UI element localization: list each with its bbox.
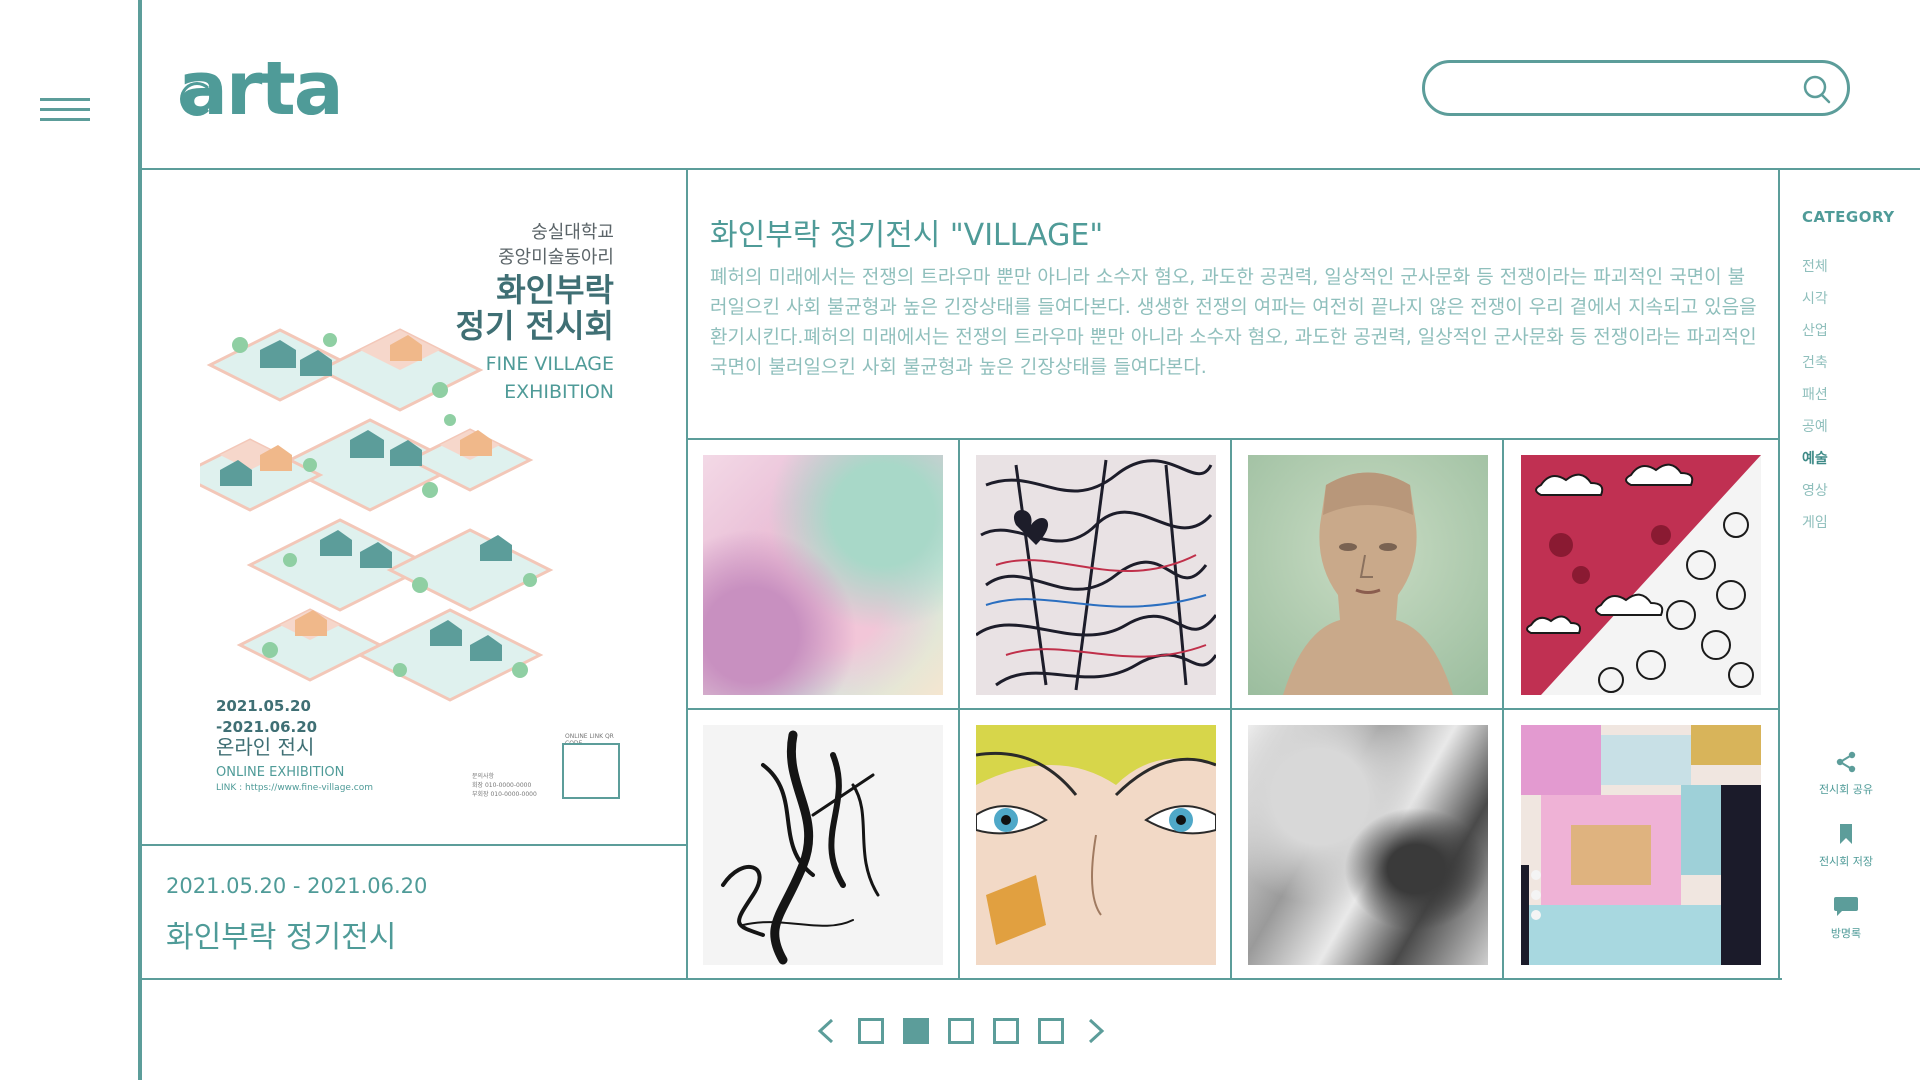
village-isometric-illustration (200, 328, 554, 702)
artwork-thumbnail[interactable] (1521, 455, 1761, 695)
category-item-craft[interactable]: 공예 (1802, 416, 1828, 436)
poster-contact-line: 회장 010-0000-0000 (472, 782, 532, 789)
gallery-col-divider (1230, 438, 1232, 978)
category-item-fashion[interactable]: 패션 (1802, 384, 1828, 404)
artwork-thumbnail[interactable] (976, 725, 1216, 965)
page-dot-active[interactable] (903, 1018, 929, 1044)
share-exhibition-button[interactable]: 전시회 공유 (1796, 750, 1896, 797)
chat-bubble-icon (1834, 897, 1858, 916)
artwork-thumbnail[interactable] (703, 725, 943, 965)
gallery-col-divider (958, 438, 960, 978)
artwork-thumbnail[interactable] (1248, 455, 1488, 695)
pop-art-face (976, 725, 1216, 945)
poster-online-en: ONLINE EXHIBITION (216, 765, 345, 780)
poster-online-ko: 온라인 전시 (216, 735, 315, 759)
guestbook-label: 방명록 (1830, 927, 1862, 940)
exhibition-date-range: 2021.05.20 - 2021.06.20 (166, 874, 428, 898)
category-item-video[interactable]: 영상 (1802, 480, 1828, 500)
poster-divider (686, 168, 688, 980)
page-dot[interactable] (858, 1018, 884, 1044)
poster-club-line: 중앙미술동아리 (498, 247, 614, 268)
exhibition-heading: 화인부락 정기전시 "VILLAGE" (710, 218, 1104, 253)
category-item-visual[interactable]: 시각 (1802, 288, 1828, 308)
artwork-thumbnail[interactable] (1521, 725, 1761, 965)
chevron-left-icon[interactable] (812, 1016, 840, 1046)
exhibition-description: 폐허의 미래에서는 전쟁의 트라우마 뿐만 아니라 소수자 혐오, 과도한 공권… (710, 266, 1757, 378)
poster-qr-code (562, 743, 620, 799)
artwork-thumbnail[interactable] (1248, 725, 1488, 965)
bookmark-icon (1840, 824, 1852, 844)
category-item-architecture[interactable]: 건축 (1802, 352, 1828, 372)
category-item-all[interactable]: 전체 (1802, 256, 1828, 276)
page-dot[interactable] (948, 1018, 974, 1044)
search-icon[interactable] (1801, 73, 1833, 105)
poster-contact: 문의사항 회장 010-0000-0000 부회장 010-0000-0000 (472, 772, 537, 799)
chevron-right-icon[interactable] (1082, 1016, 1110, 1046)
poster-info-divider (140, 844, 686, 846)
category-item-art[interactable]: 예술 (1802, 448, 1828, 468)
save-exhibition-button[interactable]: 전시회 저장 (1796, 822, 1896, 869)
category-title: CATEGORY (1802, 208, 1895, 226)
poster-link: LINK : https://www.fine-village.com (216, 783, 374, 793)
hamburger-menu-icon[interactable] (40, 98, 90, 122)
category-divider (1778, 168, 1780, 980)
arta-logo[interactable]: arta (178, 52, 344, 126)
gallery-row-divider (688, 708, 1778, 710)
search-bar[interactable] (1422, 60, 1850, 116)
graffiti-art (976, 459, 1216, 691)
ink-brushstroke-art (721, 730, 880, 965)
header-divider (138, 168, 1920, 170)
abstract-collage-art (1521, 725, 1761, 965)
poster-dates: 2021.05.20 -2021.06.20 (216, 696, 317, 738)
artwork-thumbnail[interactable] (976, 455, 1216, 695)
save-label: 전시회 저장 (1818, 855, 1874, 868)
category-item-industrial[interactable]: 산업 (1802, 320, 1828, 340)
share-icon (1836, 751, 1856, 773)
bust-sculpture (1283, 472, 1453, 695)
poster-club-line: 숭실대학교 (531, 222, 614, 243)
page-dot[interactable] (993, 1018, 1019, 1044)
exhibition-poster[interactable]: 숭실대학교 중앙미술동아리 화인부락 정기 전시회 FINE VILLAGE E… (190, 210, 630, 810)
artwork-thumbnail[interactable] (703, 455, 943, 695)
gallery-col-divider (1502, 438, 1504, 978)
search-input[interactable] (1445, 71, 1785, 105)
description-divider (688, 438, 1778, 440)
poster-contact-line: 부회장 010-0000-0000 (472, 791, 537, 798)
footer-divider (138, 978, 1782, 980)
category-item-game[interactable]: 게임 (1802, 512, 1828, 532)
cloud-pattern-art (1526, 455, 1761, 695)
logo-swirl-icon (180, 82, 214, 116)
poster-contact-title: 문의사항 (472, 773, 495, 780)
exhibition-title: 화인부락 정기전시 (166, 920, 397, 955)
share-label: 전시회 공유 (1818, 783, 1874, 796)
page-dot[interactable] (1038, 1018, 1064, 1044)
poster-club: 숭실대학교 중앙미술동아리 (498, 220, 614, 270)
poster-date-line: 2021.05.20 (216, 697, 311, 715)
left-rail-divider (138, 0, 142, 1080)
guestbook-button[interactable]: 방명록 (1796, 894, 1896, 941)
